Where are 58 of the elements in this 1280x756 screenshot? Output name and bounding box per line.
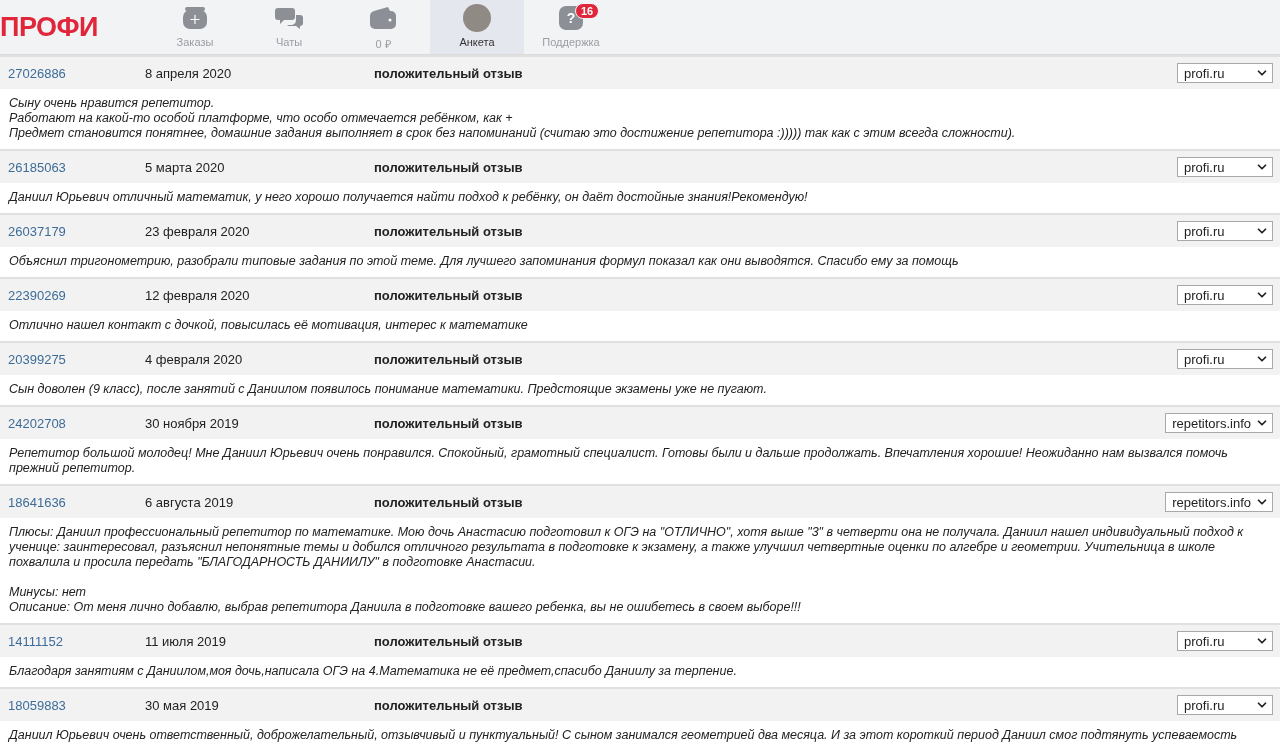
review-text: Благодаря занятиям с Даниилом,моя дочь,написала ОГЭ на 4.Математика не её предмет,спасибо Даниилу за терпение. <box>8 663 738 680</box>
review-date: 30 мая 2019 <box>145 697 220 713</box>
order-link[interactable]: 26037179 <box>8 223 66 239</box>
logo[interactable]: ПРОФИ <box>0 11 98 43</box>
review-text: Отлично нашел контакт с дочкой, повысилась её мотивация, интерес к математике <box>8 317 529 334</box>
nav-tab-label: Чаты <box>275 36 303 48</box>
review-type: положительный отзыв <box>374 65 523 81</box>
review-type: положительный отзыв <box>374 697 523 713</box>
order-link[interactable]: 22390269 <box>8 287 66 303</box>
order-link[interactable]: 14111152 <box>8 633 63 649</box>
source-dropdown[interactable]: profi.ru <box>1177 349 1273 369</box>
nav-tab[interactable]: Анкета <box>430 0 524 54</box>
order-link[interactable]: 20399275 <box>8 351 66 367</box>
nav-tab-label: Поддержка <box>542 36 600 48</box>
nav-tab-label: Заказы <box>176 36 214 48</box>
source-dropdown[interactable]: profi.ru <box>1177 63 1273 83</box>
source-dropdown[interactable]: profi.ru <box>1177 157 1273 177</box>
review-type: положительный отзыв <box>374 351 523 367</box>
order-link[interactable]: 26185063 <box>8 159 66 175</box>
plus-stack-icon <box>182 6 208 30</box>
review-text: Объяснил тригонометрию, разобрали типовые задания по этой теме. Для лучшего запоминания формул показал как они выводятся. Спасибо ему за помощь <box>8 253 960 270</box>
nav-tab-label: Анкета <box>459 36 495 48</box>
source-dropdown[interactable]: profi.ru <box>1177 285 1273 305</box>
review-date: 11 июля 2019 <box>145 633 227 649</box>
source-dropdown[interactable]: profi.ru <box>1177 221 1273 241</box>
source-dropdown[interactable]: profi.ru <box>1177 695 1273 715</box>
review-date: 23 февраля 2020 <box>145 223 251 239</box>
source-dropdown[interactable]: profi.ru <box>1177 631 1273 651</box>
avatar <box>463 4 491 32</box>
review-text: Даниил Юрьевич очень ответственный, доброжелательный, отзывчивый и пунктуальный! С сыном занимался геометрией два месяца. И за этот короткий период Даниил смог подтянуть успеваемость <box>7 727 1239 744</box>
order-link[interactable]: 27026886 <box>8 65 66 81</box>
review-date: 4 февраля 2020 <box>145 351 244 367</box>
wallet-icon <box>370 7 396 29</box>
review-date: 6 августа 2019 <box>145 494 235 510</box>
notification-badge: 16 <box>575 3 600 19</box>
chat-bubbles-icon <box>275 6 303 30</box>
nav-tab[interactable]: ? 16 Поддержка <box>524 0 618 54</box>
review-type: положительный отзыв <box>374 223 523 239</box>
review-text: Репетитор большой молодец! Мне Даниил Юрьевич очень понравился. Спокойный, грамотный специалист. Готовы были и дальше продолжать. Впечатления хорошие! Неожиданно нам вызвался помочь прежний репетитор. <box>8 445 1229 477</box>
review-type: положительный отзыв <box>374 633 523 649</box>
source-dropdown[interactable]: repetitors.info <box>1165 413 1273 433</box>
review-date: 12 февраля 2020 <box>145 287 251 303</box>
review-type: положительный отзыв <box>374 159 523 175</box>
source-dropdown[interactable]: repetitors.info <box>1165 492 1273 512</box>
order-link[interactable]: 18059883 <box>8 697 66 713</box>
review-date: 30 ноября 2019 <box>145 415 240 431</box>
review-date: 8 апреля 2020 <box>145 65 233 81</box>
review-type: положительный отзыв <box>374 415 523 431</box>
review-date: 5 марта 2020 <box>145 159 226 175</box>
nav-tab-label: 0 ₽ <box>375 37 391 51</box>
order-link[interactable]: 18641636 <box>8 494 66 510</box>
review-text: Сын доволен (9 класс), после занятий с Даниилом появилось понимание математики. Предстоящие экзамены уже не пугают. <box>8 381 768 398</box>
order-link[interactable]: 24202708 <box>8 415 66 431</box>
review-type: положительный отзыв <box>374 494 523 510</box>
review-text: Сыну очень нравится репетитор. Работают на какой-то особой платформе, что особо отмечается ребёнком, как + Предмет становится понятнее, домашние задания выполняет в срок без напоминаний (считаю это достижение репетитора :))))) так как с этим всегда сложности). <box>8 95 1017 142</box>
review-text: Плюсы: Даниил профессиональный репетитор по математике. Мою дочь Анастасию подготовил к ОГЭ на "ОТЛИЧНО", хотя выше "3" в четверти она не получала. Даниил нашел индивидуальный подход к ученице: заинтересовал, разъяснил непонятные темы и добился отличного результата в подготовке к экзамену, а также улучшил четвертные оценки по алгебре и геометрии. Учительница в школе похвалила и просила передать "БЛАГОДАРНОСТЬ ДАНИИЛУ" в подготовке Анастасии. Минусы: нет Описание: От меня лично добавлю, выбрав репетитора Даниила в подготовке вашего ребенка, вы не ошибетесь в своем выборе!!! <box>7 524 1245 616</box>
review-type: положительный отзыв <box>374 287 523 303</box>
review-text: Даниил Юрьевич отличный математик, у него хорошо получается найти подход к ребёнку, он даёт достойные знания!Рекомендую! <box>7 189 809 206</box>
